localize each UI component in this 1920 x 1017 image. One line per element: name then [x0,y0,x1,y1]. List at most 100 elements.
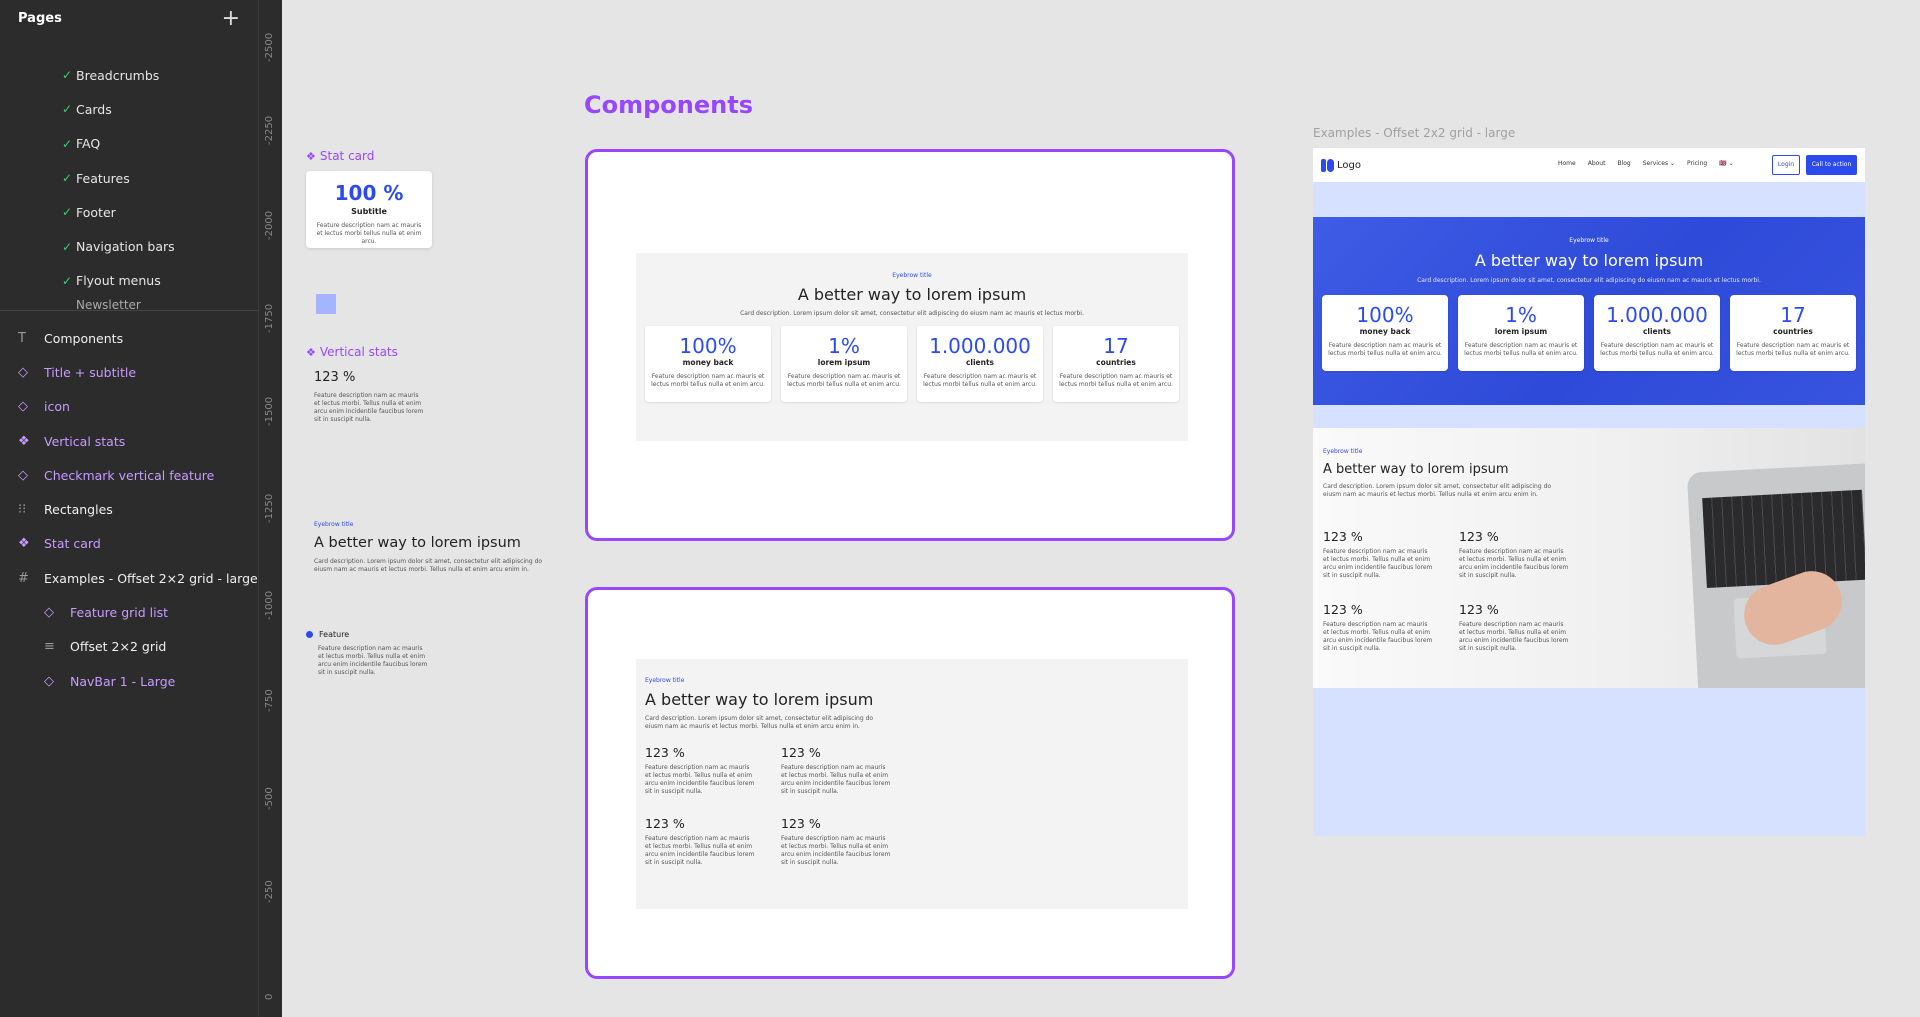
layer-feature-grid-list[interactable]: ◇ Feature grid list [0,595,258,629]
check-circle-icon [306,631,313,638]
layer-icon[interactable]: ◇ icon [0,390,258,424]
page-item-breadcrumbs[interactable]: ✓ Breadcrumbs [0,58,258,92]
nav-link-blog[interactable]: Blog [1617,160,1630,167]
ruler-tick: -750 [264,689,275,712]
stat-card-component[interactable]: 100 % Subtitle Feature description nam a… [306,171,432,248]
vertical-stat[interactable]: 123 % Feature description nam ac mauris e… [781,745,917,796]
layers-panel: Pages + ✓ Breadcrumbs ✓ Cards ✓ FAQ ✓ Featur… [0,0,258,1017]
vertical-stat[interactable]: 123 % Feature description nam ac mauris e… [1323,602,1459,653]
stat-subtitle: countries [1773,327,1813,336]
vertical-stat[interactable]: 123 % Feature description nam ac mauris e… [645,745,781,796]
section-title: A better way to lorem ipsum [1474,251,1704,270]
stat-card[interactable]: 17 countries Feature description nam ac ma… [1053,326,1179,402]
layer-label: Examples - Offset 2×2 grid - large [44,570,258,586]
page-item-label: Footer [76,204,116,220]
stat-card[interactable]: 1% lorem ipsum Feature description nam ac … [781,326,907,402]
layer-stat-card[interactable]: ❖ Stat card [0,527,258,561]
feature-component[interactable]: Feature [306,630,349,639]
layer-title-subtitle[interactable]: ◇ Title + subtitle [0,355,258,389]
component-icon: ❖ [18,433,30,449]
layer-vertical-stats[interactable]: ❖ Vertical stats [0,424,258,458]
section-description: Card description. Lorem ipsum dolor sit … [645,715,874,730]
stat-card[interactable]: 100% money back Feature description nam ac… [1322,295,1448,371]
examples-frame[interactable]: Logo Home About Blog Services ⌄ Pricing … [1313,148,1865,836]
stat-description: Feature description nam ac mauris et lec… [645,835,755,866]
layer-checkmark-vertical-feature[interactable]: ◇ Checkmark vertical feature [0,458,258,492]
stat-number: 123 % [645,816,685,831]
layer-navbar[interactable]: ◇ NavBar 1 - Large [0,664,258,698]
layer-examples-frame[interactable]: # Examples - Offset 2×2 grid - large [0,561,258,595]
layer-label: Rectangles [44,502,113,518]
vertical-ruler[interactable]: -2500 -2250 -2000 -1750 -1500 -1250 -100… [258,0,282,1017]
stat-card[interactable]: 17 countries Feature description nam ac ma… [1730,295,1856,371]
stat-card[interactable]: 1% lorem ipsum Feature description nam ac … [1458,295,1584,371]
language-dropdown[interactable]: 🇬🇧 ⌄ [1719,160,1733,167]
ruler-tick: -1000 [264,590,275,620]
nav-link-pricing[interactable]: Pricing [1687,160,1707,167]
check-icon: ✓ [62,68,73,83]
stat-card-component-label[interactable]: ❖ Stat card [306,149,374,163]
layer-components[interactable]: T Components [0,321,258,355]
cta-button[interactable]: Call to action [1806,155,1857,175]
stat-description: Feature description nam ac mauris et lec… [316,222,422,245]
stat-description: Feature description nam ac mauris et lec… [1736,342,1850,357]
eyebrow-title: Eyebrow title [1569,237,1609,244]
plus-icon[interactable]: + [222,6,240,31]
frame-icon: # [18,570,29,586]
offset-grid-component-frame[interactable]: Eyebrow title A better way to lorem ipsu… [585,587,1235,979]
page-item-faq[interactable]: ✓ FAQ [0,127,258,161]
page-item-footer[interactable]: ✓ Footer [0,195,258,229]
page-item-newsletter[interactable]: Newsletter [0,298,258,310]
ruler-tick: -2000 [264,210,275,240]
section-title: A better way to lorem ipsum [797,285,1027,304]
page-item-label: Features [76,170,130,186]
instance-icon: ◇ [18,399,28,415]
ruler-tick: -1250 [264,493,275,523]
stat-card[interactable]: 1.000.000 clients Feature description nam … [917,326,1043,402]
vertical-stat-number[interactable]: 123 % [314,370,355,385]
layer-rectangles[interactable]: ⁝⁝ Rectangles [0,492,258,526]
logo[interactable]: Logo [1321,158,1361,172]
page-item-features[interactable]: ✓ Features [0,161,258,195]
check-icon: ✓ [62,136,73,151]
examples-frame-label[interactable]: Examples - Offset 2x2 grid - large [1313,126,1515,140]
stat-card[interactable]: 100% money back Feature description nam ac… [645,326,771,402]
offset-grid-section: Eyebrow title A better way to lorem ipsu… [1313,428,1865,688]
offset-grid-section: Eyebrow title A better way to lorem ipsu… [636,659,1188,909]
stat-number: 100% [1356,303,1414,327]
nav-link-home[interactable]: Home [1558,160,1576,167]
page-item-navigation-bars[interactable]: ✓ Navigation bars [0,229,258,263]
stat-number: 123 % [1323,602,1363,617]
vertical-stat[interactable]: 123 % Feature description nam ac mauris e… [645,816,781,867]
component-label-text: Stat card [319,149,375,163]
nav-link-about[interactable]: About [1588,160,1606,167]
components-heading[interactable]: Components [584,91,753,119]
stat-description: Feature description nam ac mauris et lec… [923,373,1037,388]
eyebrow-title[interactable]: Eyebrow title [314,521,353,528]
layer-label: Offset 2×2 grid [70,639,167,655]
nav-link-services[interactable]: Services ⌄ [1643,160,1675,167]
design-canvas[interactable]: ❖ Stat card 100 % Subtitle Feature descri… [282,0,1920,1017]
vertical-stat[interactable]: 123 % Feature description nam ac mauris e… [1459,529,1595,580]
stat-card[interactable]: 1.000.000 clients Feature description nam … [1594,295,1720,371]
stat-number: 1.000.000 [1606,303,1708,327]
login-button[interactable]: Login [1772,155,1800,175]
section-title[interactable]: A better way to lorem ipsum [314,535,521,551]
rectangle-swatch[interactable] [316,294,336,314]
vertical-stat[interactable]: 123 % Feature description nam ac mauris e… [1459,602,1595,653]
page-item-cut-top[interactable] [0,36,258,58]
text-layer-icon: T [18,330,26,346]
vertical-stats-component-label[interactable]: ❖ Vertical stats [306,345,398,359]
page-item-flyout-menus[interactable]: ✓ Flyout menus [0,264,258,298]
vertical-stat[interactable]: 123 % Feature description nam ac mauris e… [1323,529,1459,580]
section-description: Card description. Lorem ipsum dolor sit … [1323,483,1552,498]
stat-description: Feature description nam ac mauris et lec… [1059,373,1173,388]
feature-grid-component-frame[interactable]: Eyebrow title A better way to lorem ipsu… [585,149,1235,541]
vertical-stat[interactable]: 123 % Feature description nam ac mauris e… [781,816,917,867]
stat-number: 123 % [645,745,685,760]
page-item-label: Flyout menus [76,273,161,289]
page-item-label: FAQ [76,136,101,152]
page-item-cards[interactable]: ✓ Cards [0,92,258,126]
layer-offset-grid[interactable]: ≡ Offset 2×2 grid [0,630,258,664]
component-icon: ❖ [306,345,316,359]
